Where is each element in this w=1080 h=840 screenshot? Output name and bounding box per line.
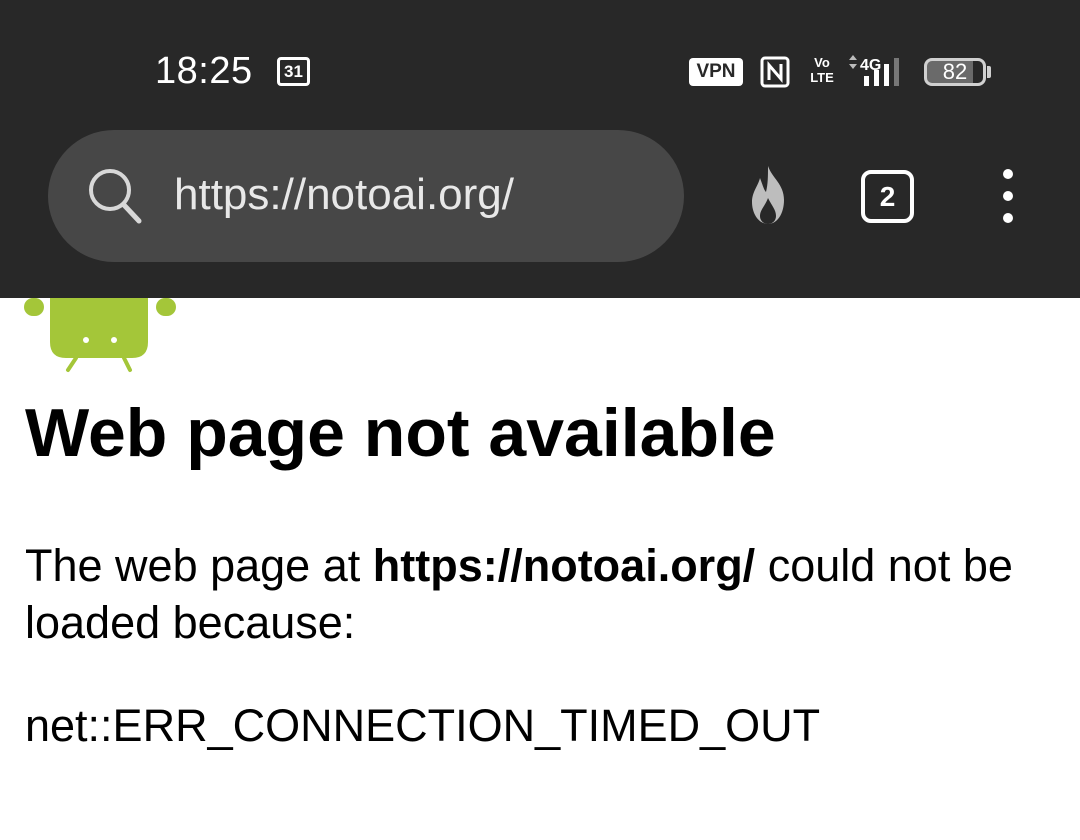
search-icon[interactable] [86, 166, 144, 226]
signal-icon: 4G [849, 55, 899, 86]
battery-terminal [987, 66, 991, 78]
description-prefix: The web page at [25, 540, 373, 591]
tabs-button[interactable]: 2 [861, 170, 914, 223]
volte-top-label: Vo [814, 55, 830, 70]
volte-bottom-label: LTE [810, 70, 834, 85]
error-code: net::ERR_CONNECTION_TIMED_OUT [25, 700, 821, 751]
page-title: Web page not available [25, 395, 776, 471]
nfc-icon [760, 56, 790, 88]
fire-icon[interactable] [738, 164, 798, 226]
url-text[interactable]: https://notoai.org/ [174, 170, 514, 220]
volte-icon: Vo LTE [810, 55, 834, 89]
battery-icon: 82 [924, 58, 986, 86]
android-robot-icon [24, 298, 176, 372]
more-options-icon[interactable] [990, 166, 1026, 226]
error-description: The web page at https://notoai.org/ coul… [25, 537, 1035, 651]
status-time: 18:25 [155, 50, 253, 92]
failed-url: https://notoai.org/ [372, 540, 756, 591]
vpn-icon: VPN [689, 58, 743, 86]
calendar-icon: 31 [277, 57, 310, 86]
